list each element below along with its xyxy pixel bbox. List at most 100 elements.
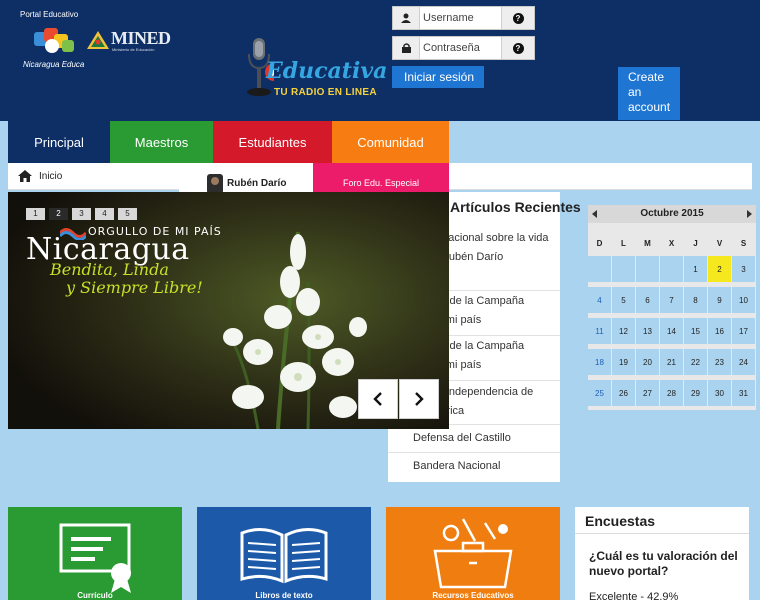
calendar-day[interactable]: 9	[708, 287, 731, 313]
calendar-day[interactable]: 25	[588, 380, 611, 406]
calendar-empty-cell	[660, 256, 683, 282]
slider-dot[interactable]: 5	[118, 208, 137, 220]
calendar-day-header: L	[612, 229, 635, 257]
radio-tagline: TU RADIO EN LINEA	[274, 87, 377, 98]
slider-dot[interactable]: 1	[26, 208, 45, 220]
calendar-day[interactable]: 6	[636, 287, 659, 313]
polls-panel: Encuestas ¿Cuál es tu valoración del nue…	[575, 507, 749, 600]
event-calendar: Octubre 2015 D L M X J V S 1 2 3 4 5 6 7 8 9 10 11 12 13 14 1…	[588, 205, 756, 410]
password-field: ?	[392, 36, 535, 60]
user-icon	[393, 7, 420, 29]
calendar-day[interactable]: 29	[684, 380, 707, 406]
username-field: ?	[392, 6, 535, 30]
calendar-day-header: S	[732, 229, 755, 257]
calendar-day[interactable]: 15	[684, 318, 707, 344]
calendar-day[interactable]: 26	[612, 380, 635, 406]
nav-item-maestros[interactable]: Maestros	[110, 121, 213, 163]
toolbox-icon	[433, 518, 513, 589]
slide-line-2: y Siempre Libre!	[66, 278, 203, 297]
breadcrumb-home-link[interactable]: Inicio	[39, 171, 62, 182]
calendar-day[interactable]: 28	[660, 380, 683, 406]
tile-curriculo-label: Currículo	[77, 591, 113, 600]
password-help-icon[interactable]: ?	[501, 37, 534, 59]
recent-article-link[interactable]: Bandera Nacional	[413, 457, 550, 476]
calendar-day[interactable]: 18	[588, 349, 611, 375]
calendar-day[interactable]: 23	[708, 349, 731, 375]
calendar-day-header: V	[708, 229, 731, 257]
calendar-day[interactable]: 22	[684, 349, 707, 375]
radio-educativa-logo[interactable]: Educativa TU RADIO EN LINEA	[244, 36, 387, 102]
lock-icon	[393, 37, 420, 59]
calendar-day[interactable]: 31	[732, 380, 755, 406]
nav-item-principal[interactable]: Principal	[8, 121, 110, 163]
tile-libros[interactable]: Libros de texto	[197, 507, 371, 600]
tile-curriculo[interactable]: Currículo	[8, 507, 182, 600]
calendar-day-header: D	[588, 229, 611, 257]
calendar-day[interactable]: 24	[732, 349, 755, 375]
nav-item-comunidad[interactable]: Comunidad	[332, 121, 449, 163]
main-nav: Principal Maestros Estudiantes Comunidad	[8, 121, 449, 163]
calendar-day[interactable]: 4	[588, 287, 611, 313]
calendar-day[interactable]: 21	[660, 349, 683, 375]
calendar-day[interactable]: 12	[612, 318, 635, 344]
password-input[interactable]	[421, 37, 501, 59]
portal-caption: Nicaragua Educa	[23, 60, 85, 69]
radio-brand: Educativa	[266, 58, 388, 84]
calendar-day[interactable]: 17	[732, 318, 755, 344]
polls-header: Encuestas	[575, 507, 749, 534]
calendar-empty-cell	[612, 256, 635, 282]
calendar-day[interactable]: 8	[684, 287, 707, 313]
calendar-next-month-icon[interactable]	[747, 210, 752, 218]
calendar-day[interactable]: 27	[636, 380, 659, 406]
tile-recursos[interactable]: Recursos Educativos	[386, 507, 560, 600]
calendar-day[interactable]: 1	[684, 256, 707, 282]
portal-emblem-icon	[34, 28, 74, 53]
tile-libros-label: Libros de texto	[255, 591, 313, 600]
calendar-day-header: J	[684, 229, 707, 257]
site-header: Portal Educativo Nicaragua Educa MINED M…	[0, 0, 760, 121]
slider-prev-button[interactable]	[358, 379, 398, 419]
recent-article-item[interactable]: Defensa del Castillo	[388, 425, 560, 453]
calendar-header: Octubre 2015	[588, 205, 756, 223]
calendar-day[interactable]: 10	[732, 287, 755, 313]
calendar-day[interactable]: 20	[636, 349, 659, 375]
calendar-day-header: X	[660, 229, 683, 257]
calendar-day-highlighted[interactable]: 2	[708, 256, 731, 282]
calendar-day[interactable]: 19	[612, 349, 635, 375]
calendar-day[interactable]: 7	[660, 287, 683, 313]
poll-question: ¿Cuál es tu valoración del nuevo portal?	[589, 549, 738, 578]
slider-pagination: 1 2 3 4 5	[26, 208, 137, 220]
recent-articles-title: Artículos Recientes	[450, 199, 581, 215]
calendar-day[interactable]: 3	[732, 256, 755, 282]
tile-recursos-label: Recursos Educativos	[432, 591, 514, 600]
nav-item-estudiantes[interactable]: Estudiantes	[213, 121, 332, 163]
slider-dot[interactable]: 4	[95, 208, 114, 220]
slider-dot[interactable]: 3	[72, 208, 91, 220]
username-help-icon[interactable]: ?	[501, 7, 534, 29]
mined-word: MINED	[111, 28, 171, 48]
create-account-button[interactable]: Create an account	[618, 67, 680, 120]
calendar-day[interactable]: 5	[612, 287, 635, 313]
slider-next-button[interactable]	[399, 379, 439, 419]
certificate-icon	[59, 523, 131, 593]
username-input[interactable]	[421, 7, 501, 29]
calendar-day[interactable]: 14	[660, 318, 683, 344]
recent-article-link[interactable]: Defensa del Castillo	[413, 429, 550, 448]
calendar-month-title: Octubre 2015	[640, 208, 704, 219]
calendar-day[interactable]: 16	[708, 318, 731, 344]
recent-article-item[interactable]: Bandera Nacional	[388, 453, 560, 482]
login-button[interactable]: Iniciar sesión	[392, 66, 484, 88]
ruben-dario-label: Rubén Darío	[227, 178, 287, 189]
slide-line-1: Bendita, Linda	[50, 260, 169, 279]
calendar-day[interactable]: 30	[708, 380, 731, 406]
calendar-day[interactable]: 11	[588, 318, 611, 344]
home-icon[interactable]	[18, 170, 32, 182]
slider-dot-active[interactable]: 2	[49, 208, 68, 220]
chevron-right-icon	[415, 392, 424, 406]
calendar-day-header: M	[636, 229, 659, 257]
chevron-left-icon	[373, 392, 382, 406]
mined-triangle-icon	[87, 31, 109, 49]
calendar-day[interactable]: 13	[636, 318, 659, 344]
hero-slider[interactable]: 1 2 3 4 5 ORGULLO DE MI PAÍS Nicaragua B…	[8, 192, 449, 429]
polls-title: Encuestas	[585, 513, 656, 529]
